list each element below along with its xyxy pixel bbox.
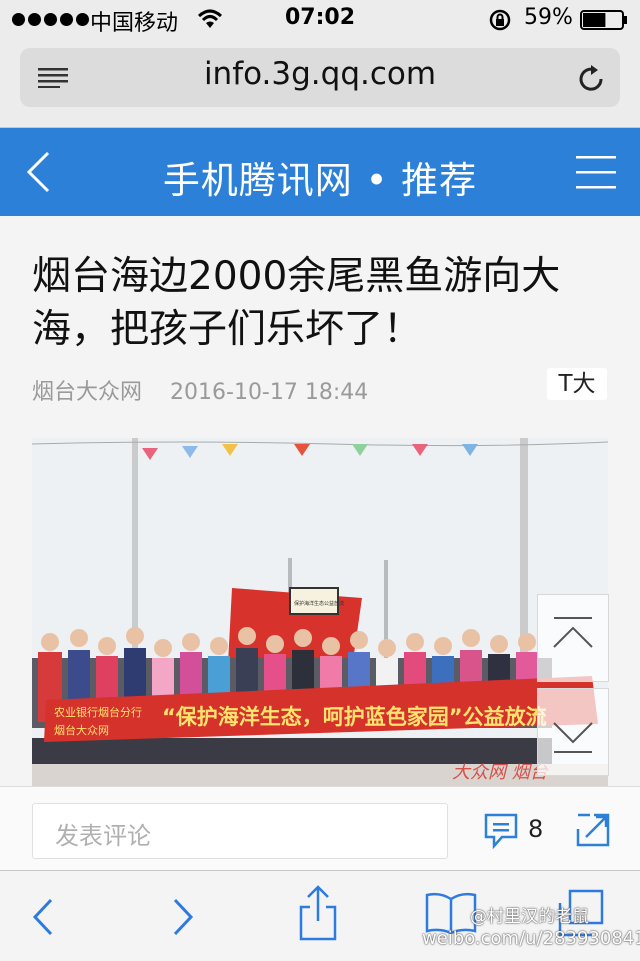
article-datetime: 2016-10-17 18:44 [170,380,369,405]
comment-input[interactable]: 发表评论 [32,803,448,859]
photo-watermark: 大众网 烟台 [452,762,549,783]
battery-percent: 59% [524,5,573,30]
back-arrow-icon[interactable] [32,897,54,937]
article: 烟台海边2000余尾黑鱼游向大海，把孩子们乐坏了！ 烟台大众网 2016-10-1… [0,216,640,786]
battery-icon [580,10,627,30]
article-headline: 烟台海边2000余尾黑鱼游向大海，把孩子们乐坏了！ [32,254,561,352]
chevron-up-icon [553,617,593,648]
article-source[interactable]: 烟台大众网 [32,380,142,405]
font-size-button[interactable]: T大 [547,368,607,400]
banner-org-text: 烟台大众网 [54,723,109,737]
reload-icon[interactable] [576,64,606,94]
address-bar: info.3g.qq.com [0,40,640,128]
comment-bar: 发表评论 8 [0,786,640,871]
banner-text: “保护海洋生态，呵护蓝色家园”公益放流 [162,705,547,729]
url-text[interactable]: info.3g.qq.com [0,56,640,92]
photo-illustration: 农业银行烟台分行 烟台大众网 “保护海洋生态，呵护蓝色家园”公益放流 保护海洋生… [32,438,608,786]
orientation-lock-icon [489,9,511,31]
weibo-watermark-url: weibo.com/u/2839308412 [422,928,640,949]
scroll-up-button[interactable] [537,594,609,682]
status-bar: 中国移动 07:02 59% [0,0,640,40]
comment-placeholder: 发表评论 [55,822,151,850]
scroll-down-button[interactable] [537,688,609,776]
weibo-watermark-handle: @村里汉的老鼠 [470,907,589,927]
forward-arrow-icon[interactable] [172,897,194,937]
banner-small-text: 农业银行烟台分行 [54,705,142,719]
comment-count[interactable]: 8 [528,815,543,843]
site-title: 手机腾讯网 • 推荐 [162,159,478,202]
share-sheet-icon[interactable] [298,885,338,941]
site-header: 手机腾讯网 • 推荐 [0,128,640,216]
hamburger-menu-icon[interactable] [576,152,616,192]
sign-text: 保护海洋生态公益放流 [294,600,344,607]
share-icon[interactable] [576,813,610,847]
article-photo[interactable]: 农业银行烟台分行 烟台大众网 “保护海洋生态，呵护蓝色家园”公益放流 保护海洋生… [32,438,608,786]
chevron-down-icon [553,722,593,753]
comment-icon[interactable] [484,813,518,849]
article-meta: 烟台大众网 2016-10-17 18:44 [32,374,368,406]
